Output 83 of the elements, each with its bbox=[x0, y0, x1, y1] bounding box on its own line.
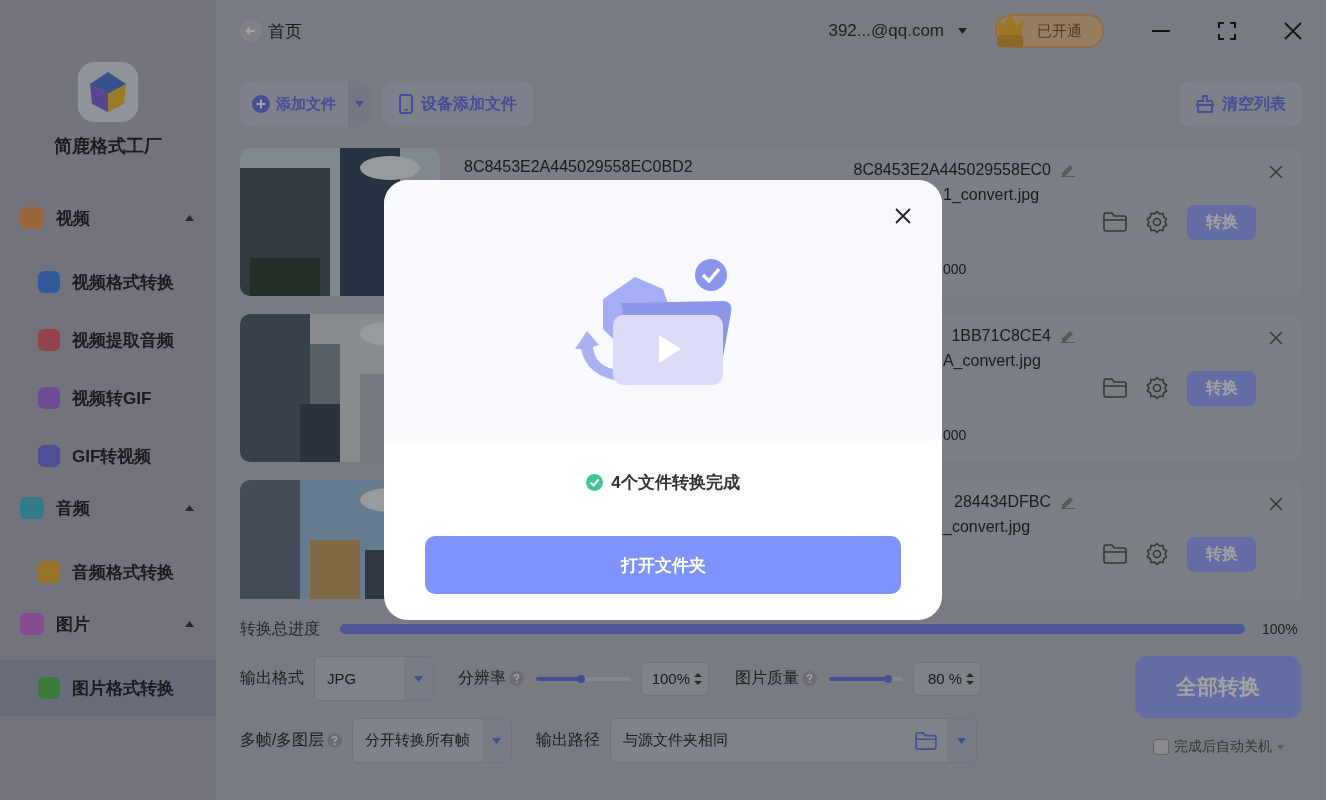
slider-fill[interactable] bbox=[536, 676, 586, 681]
tool-icon bbox=[38, 387, 60, 409]
tool-icon bbox=[38, 445, 60, 467]
checkbox[interactable] bbox=[1152, 739, 1169, 755]
sidebar-item[interactable]: 视频格式转换 bbox=[0, 254, 216, 310]
tool-icon bbox=[38, 271, 60, 293]
maximize-icon[interactable] bbox=[1218, 22, 1236, 40]
frames-label: 多帧/多图层 bbox=[240, 730, 325, 750]
sidebar-item[interactable]: 音频格式转换 bbox=[0, 544, 216, 600]
sidebar-item[interactable]: 视频提取音频 bbox=[0, 312, 216, 368]
completion-message: 4个文件转换完成 bbox=[611, 472, 740, 494]
output-path-field[interactable]: 与源文件夹相同 bbox=[610, 718, 978, 763]
tool-icon bbox=[38, 329, 60, 351]
app-logo-icon bbox=[78, 62, 138, 122]
output-path-label: 输出路径 bbox=[536, 730, 601, 750]
vip-badge[interactable]: 已开通 bbox=[995, 14, 1104, 48]
caret-icon bbox=[355, 101, 364, 107]
auto-shutdown-label[interactable]: 完成后自动关机 bbox=[1173, 738, 1272, 756]
settings-icon[interactable] bbox=[1145, 210, 1169, 234]
convert-button[interactable]: 转换 bbox=[1187, 370, 1256, 406]
source-file-name: 8C8453E2A445029558EC0BD2 bbox=[464, 158, 693, 175]
clear-list-button[interactable]: 清空列表 bbox=[1180, 81, 1302, 127]
tool-icon bbox=[38, 677, 60, 699]
category-icon bbox=[20, 613, 44, 635]
output-file-name: 8C8453E2A445029558EC0 bbox=[853, 161, 1051, 179]
slider-track[interactable] bbox=[536, 676, 631, 681]
resolution-label: 分辨率 bbox=[458, 668, 506, 688]
quality-label: 图片质量 bbox=[735, 668, 799, 688]
sidebar-group[interactable]: 图片 bbox=[0, 602, 216, 646]
device-add-button[interactable]: 设备添加文件 bbox=[383, 81, 533, 127]
frames-dropdown[interactable]: 分开转换所有帧 bbox=[352, 718, 513, 763]
output-file-name: 1BB71C8CE4 bbox=[951, 327, 1051, 345]
spinner-arrows-icon[interactable] bbox=[694, 671, 702, 686]
folder-icon[interactable] bbox=[915, 731, 938, 750]
file-size: 000 bbox=[942, 426, 968, 445]
help-icon[interactable] bbox=[802, 671, 817, 686]
progress-reading: 100% bbox=[1262, 621, 1298, 637]
pencil-icon[interactable] bbox=[1061, 163, 1075, 177]
output-file-suffix: A_convert.jpg bbox=[942, 351, 1042, 371]
pencil-icon[interactable] bbox=[1061, 495, 1075, 509]
output-file-suffix: 1_convert.jpg bbox=[942, 185, 1041, 205]
folder-icon[interactable] bbox=[1103, 378, 1127, 398]
sidebar-item[interactable]: 图片格式转换 bbox=[0, 660, 216, 716]
spinner-arrows-icon[interactable] bbox=[966, 671, 974, 686]
folder-icon[interactable] bbox=[1103, 212, 1127, 232]
progress-label: 转换总进度 bbox=[240, 618, 321, 639]
sidebar-item[interactable]: GIF转视频 bbox=[0, 428, 216, 484]
settings-icon[interactable] bbox=[1145, 542, 1169, 566]
output-file-name: 284434DFBC bbox=[954, 493, 1051, 511]
account-menu[interactable]: 392...@qq.com bbox=[828, 21, 967, 41]
help-icon[interactable] bbox=[327, 733, 343, 748]
format-dropdown[interactable]: JPG bbox=[314, 656, 434, 701]
caret-icon bbox=[957, 737, 967, 744]
app-name: 简鹿格式工厂 bbox=[53, 135, 163, 158]
pencil-icon[interactable] bbox=[1061, 329, 1075, 343]
category-icon bbox=[20, 497, 44, 519]
convert-button[interactable]: 转换 bbox=[1187, 536, 1256, 572]
close-icon[interactable] bbox=[895, 208, 911, 224]
quality-field[interactable]: 80 % bbox=[913, 661, 981, 696]
success-icon bbox=[586, 474, 604, 491]
phone-icon bbox=[399, 94, 413, 114]
help-icon[interactable] bbox=[509, 671, 524, 686]
format-label: 输出格式 bbox=[240, 668, 304, 688]
tool-icon bbox=[38, 561, 60, 583]
folder-icon[interactable] bbox=[1103, 544, 1127, 564]
convert-all-button[interactable]: 全部转换 bbox=[1135, 656, 1301, 718]
caret-icon bbox=[414, 675, 423, 682]
open-folder-button[interactable]: 打开文件夹 bbox=[425, 536, 901, 594]
output-file-suffix: _convert.jpg bbox=[941, 517, 1032, 537]
sidebar-item[interactable]: 视频转GIF bbox=[0, 370, 216, 426]
settings-icon[interactable] bbox=[1145, 376, 1169, 400]
back-button[interactable]: 首页 bbox=[240, 19, 302, 43]
caret-icon[interactable] bbox=[1276, 744, 1284, 750]
resolution-field[interactable]: 100% bbox=[641, 661, 709, 696]
sidebar-group[interactable]: 音频 bbox=[0, 486, 216, 530]
caret-icon bbox=[958, 28, 967, 34]
plus-icon bbox=[252, 95, 270, 113]
category-icon bbox=[20, 207, 44, 229]
file-size: 000 bbox=[942, 260, 968, 279]
convert-button[interactable]: 转换 bbox=[1187, 204, 1256, 240]
caret-icon bbox=[492, 737, 502, 744]
add-file-button[interactable]: 添加文件 bbox=[240, 81, 371, 127]
sidebar-group[interactable]: 视频 bbox=[0, 196, 216, 240]
